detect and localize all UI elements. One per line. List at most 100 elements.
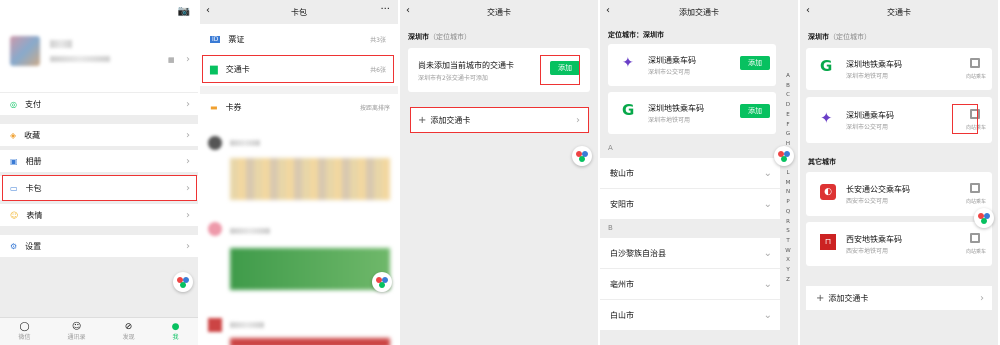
transit-card-list-page: ‹ 交通卡 深圳市（定位城市） G 深圳地铁乘车码 深圳市地铁可用 向站乘车 ✦…	[800, 0, 999, 345]
menu-item-settings[interactable]: ⚙ 设置 ›	[0, 235, 198, 257]
index-letter[interactable]: Y	[786, 266, 789, 276]
menu-label: 收藏	[24, 130, 41, 140]
tab-me[interactable]: ● 我	[172, 322, 180, 341]
alphabet-index[interactable]: ABCDEFGHJKLMNPQRSTWXYZ	[784, 72, 792, 285]
card-name: 西安地铁乘车码	[846, 235, 902, 244]
index-letter[interactable]: F	[786, 121, 789, 131]
coupon-card-blurred[interactable]	[230, 248, 390, 290]
qrcode-icon	[970, 183, 980, 193]
metro-logo-icon: G	[622, 101, 635, 119]
menu-item-stickers[interactable]: ☺ 表情 ›	[0, 204, 198, 226]
index-letter[interactable]: E	[786, 111, 789, 121]
more-icon[interactable]: ···	[380, 4, 390, 15]
coupon-card-blurred[interactable]	[230, 338, 390, 345]
card-name: 深圳地铁乘车码	[846, 60, 902, 69]
pay-icon: ◎	[10, 99, 17, 109]
card-subtitle: 西安市公交可用	[846, 198, 889, 205]
index-letter[interactable]: D	[786, 101, 790, 111]
transit-card-item[interactable]: G 深圳地铁乘车码 深圳市地铁可用 向站乘车	[806, 48, 992, 90]
camera-icon[interactable]: 📷	[178, 6, 190, 17]
located-city: 定位城市：深圳市	[608, 31, 664, 39]
menu-label: 支付	[24, 99, 41, 109]
index-letter[interactable]: Q	[786, 208, 790, 218]
city-name: 安阳市	[610, 199, 634, 209]
back-icon[interactable]: ‹	[606, 5, 610, 16]
city-name: 深圳市	[808, 33, 829, 41]
index-letter[interactable]: S	[786, 227, 790, 237]
floating-assistant-icon[interactable]	[572, 146, 592, 166]
index-letter[interactable]: G	[786, 130, 790, 140]
floating-assistant-icon[interactable]	[974, 208, 994, 228]
transit-card-item[interactable]: ◐ 长安通公交乘车码 西安市公交可用 向站乘车	[806, 172, 992, 216]
page-title: 卡包	[291, 7, 307, 17]
avatar[interactable]	[10, 36, 40, 66]
floating-assistant-icon[interactable]	[173, 272, 193, 292]
floating-assistant-icon[interactable]	[774, 146, 794, 166]
notice-title: 尚未添加当前城市的交通卡	[418, 61, 514, 70]
city-row[interactable]: 鞍山市 ⌄	[600, 158, 780, 188]
index-letter[interactable]: R	[786, 218, 790, 228]
city-header: 深圳市（定位城市）	[808, 32, 871, 42]
coupon-card-blurred[interactable]	[230, 158, 390, 200]
sort-dropdown[interactable]: 按距离排序	[360, 103, 390, 112]
notice-subtitle: 深圳市有2张交通卡可添加	[418, 75, 488, 82]
city-name: 深圳市	[408, 33, 429, 41]
favorites-icon: ◈	[10, 130, 17, 140]
card-subtitle: 深圳市地铁可用	[846, 73, 889, 80]
back-icon[interactable]: ‹	[206, 5, 210, 16]
nickname-blurred	[50, 40, 72, 48]
index-letter[interactable]: N	[786, 188, 790, 198]
group-letter: A	[608, 144, 613, 152]
back-icon[interactable]: ‹	[806, 5, 810, 16]
add-transit-card-row[interactable]: + 添加交通卡 ›	[806, 286, 992, 310]
add-button[interactable]: 添加	[740, 56, 770, 70]
row-label: 添加交通卡	[828, 293, 869, 303]
city-row[interactable]: 白沙黎族自治县 ⌄	[600, 238, 780, 268]
person-icon: ●	[171, 322, 180, 332]
tickets-row[interactable]: ID 票证 共3张	[200, 28, 398, 50]
chevron-right-icon: ›	[980, 292, 984, 304]
city-row[interactable]: 白山市 ⌄	[600, 300, 780, 330]
city-name: 白山市	[610, 310, 634, 320]
wechat-id-blurred	[50, 56, 110, 62]
tab-discover[interactable]: ⊘ 发现	[123, 322, 135, 341]
menu-label: 设置	[25, 241, 42, 251]
index-letter[interactable]: X	[786, 256, 790, 266]
contacts-icon: ☺	[71, 322, 82, 332]
qr-label: 向站乘车	[965, 74, 986, 80]
menu-item-favorites[interactable]: ◈ 收藏 ›	[0, 124, 198, 146]
gear-icon: ⚙	[10, 241, 18, 251]
merchant-logo-blurred	[208, 222, 222, 236]
qrcode-icon[interactable]: ▦	[168, 56, 175, 64]
tab-label: 我	[172, 334, 179, 341]
card-wallet-page: ‹ 卡包 ··· ID 票证 共3张 ▆ 交通卡 共6张 ▬ 卡券 按距离排序	[200, 0, 399, 345]
index-letter[interactable]: P	[786, 198, 789, 208]
tab-contacts[interactable]: ☺ 通讯录	[68, 322, 86, 341]
tab-chats[interactable]: ◯ 微信	[19, 322, 31, 341]
index-letter[interactable]: A	[786, 72, 790, 82]
index-letter[interactable]: M	[786, 179, 791, 189]
merchant-name-blurred	[230, 322, 264, 328]
index-letter[interactable]: B	[786, 82, 790, 92]
card-name: 长安通公交乘车码	[846, 185, 910, 194]
index-letter[interactable]: L	[786, 169, 789, 179]
nav-bar: ‹ 添加交通卡	[600, 0, 798, 24]
index-letter[interactable]: T	[786, 237, 789, 247]
card-subtitle: 深圳市地铁可用	[648, 117, 691, 124]
index-letter[interactable]: Z	[786, 276, 790, 286]
menu-item-album[interactable]: ▣ 相册 ›	[0, 150, 198, 172]
index-letter[interactable]: C	[786, 91, 790, 101]
index-letter[interactable]: W	[785, 247, 790, 257]
menu-item-pay[interactable]: ◎ 支付 ›	[0, 93, 198, 115]
coupons-row[interactable]: ▬ 卡券 按距离排序	[200, 96, 398, 118]
city-row[interactable]: 安阳市 ⌄	[600, 189, 780, 219]
coupon-icon: ▬	[210, 102, 218, 112]
card-name: 深圳通乘车码	[846, 111, 894, 120]
transit-card-item[interactable]: ⊓ 西安地铁乘车码 西安市地铁可用 向站乘车	[806, 222, 992, 266]
city-row[interactable]: 亳州市 ⌄	[600, 269, 780, 299]
back-icon[interactable]: ‹	[406, 5, 410, 16]
add-button[interactable]: 添加	[740, 104, 770, 118]
bottom-tab-bar: ◯ 微信 ☺ 通讯录 ⊘ 发现 ● 我	[0, 317, 198, 345]
floating-assistant-icon[interactable]	[372, 272, 392, 292]
city-name: 亳州市	[610, 279, 634, 289]
